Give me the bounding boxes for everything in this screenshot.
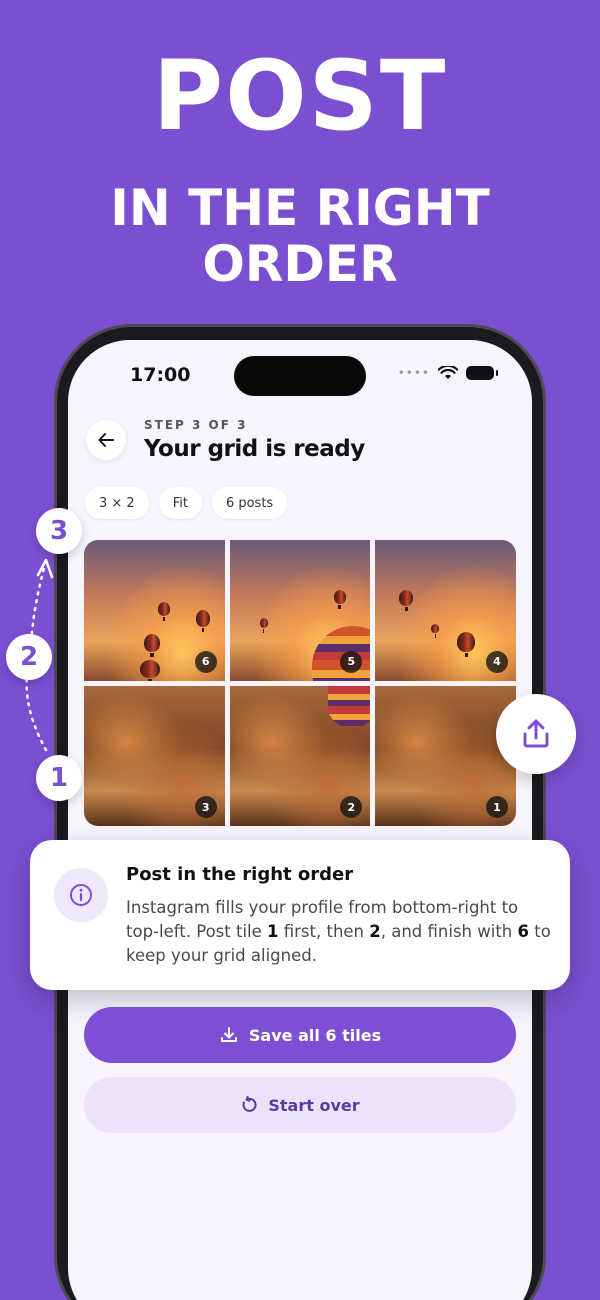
back-button[interactable]: [86, 420, 126, 460]
download-icon: [220, 1027, 237, 1042]
tile-order-badge: 1: [486, 796, 508, 818]
grid-tile[interactable]: 5: [229, 540, 371, 681]
chip-post-count[interactable]: 6 posts: [211, 487, 288, 519]
info-title: Post in the right order: [126, 864, 354, 885]
balloon-image: [399, 590, 414, 611]
option-chips: 3 × 2 Fit 6 posts: [85, 487, 288, 519]
page-title: Your grid is ready: [144, 436, 365, 462]
info-tile-second: 2: [369, 922, 381, 941]
signal-icon: ••••: [397, 366, 430, 380]
large-balloon-image: [327, 685, 371, 728]
info-tile-last: 6: [517, 922, 529, 941]
arrow-left-icon: [98, 433, 114, 447]
tile-order-badge: 4: [486, 650, 508, 673]
status-icons: ••••: [397, 366, 498, 380]
balloon-image: [140, 660, 160, 681]
balloon-image: [457, 632, 476, 657]
grid-tile[interactable]: 2: [229, 685, 371, 826]
info-body-part2: first, then: [278, 922, 370, 941]
grid-tile[interactable]: 6: [84, 540, 225, 681]
tile-order-badge: 5: [340, 650, 363, 673]
order-marker-3: 3: [36, 508, 82, 554]
chip-grid-size[interactable]: 3 × 2: [85, 487, 149, 519]
info-tile-first: 1: [267, 922, 279, 941]
info-icon: [70, 884, 92, 906]
chip-fit-mode[interactable]: Fit: [158, 487, 202, 519]
save-all-label: Save all 6 tiles: [248, 1025, 382, 1045]
share-icon: [523, 719, 549, 748]
info-icon-wrapper: [54, 868, 108, 922]
hero-subtitle-line1: IN THE RIGHT: [110, 179, 490, 237]
info-body: Instagram fills your profile from bottom…: [126, 896, 556, 968]
wifi-icon: [438, 366, 458, 379]
tile-order-badge: 3: [194, 796, 217, 818]
balloon-image: [259, 618, 268, 633]
info-body-part3: , and finish with: [380, 922, 518, 941]
grid-tile[interactable]: 1: [375, 685, 516, 826]
hero-subtitle-line2: ORDER: [202, 235, 398, 293]
hero-subtitle: IN THE RIGHT ORDER: [0, 180, 600, 292]
hero-title: POST: [152, 40, 448, 152]
balloon-image: [144, 634, 160, 657]
balloon-image: [158, 602, 170, 621]
grid-tile[interactable]: 3: [84, 685, 225, 826]
order-marker-1: 1: [36, 755, 82, 801]
balloon-image: [431, 624, 440, 638]
balloon-image: [333, 590, 346, 609]
start-over-label: Start over: [268, 1095, 360, 1115]
image-grid: 6 5 4 3 2 1: [84, 540, 516, 826]
start-over-button[interactable]: Start over: [84, 1077, 516, 1133]
phone-screen: 17:00 •••• STEP 3 OF 3 Your grid is read…: [68, 340, 532, 1300]
tile-order-badge: 6: [194, 650, 217, 673]
refresh-icon: [242, 1096, 257, 1112]
order-marker-2: 2: [6, 634, 52, 680]
step-indicator: STEP 3 OF 3: [144, 418, 248, 432]
info-card: Post in the right order Instagram fills …: [30, 840, 570, 990]
large-balloon-image: [311, 626, 371, 681]
balloon-image: [196, 610, 210, 632]
tile-order-badge: 2: [340, 796, 363, 818]
dynamic-island: [234, 356, 366, 396]
status-time: 17:00: [130, 364, 191, 386]
grid-tile[interactable]: 4: [375, 540, 516, 681]
share-button[interactable]: [496, 694, 576, 774]
save-all-button[interactable]: Save all 6 tiles: [84, 1007, 516, 1063]
battery-icon: [466, 366, 498, 380]
